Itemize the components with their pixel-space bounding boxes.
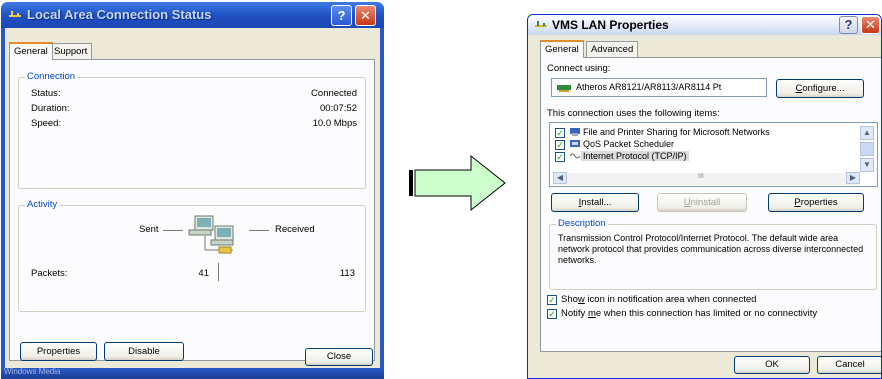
adapter-name: Atheros AR8121/AR8113/AR8114 Pt bbox=[576, 82, 722, 92]
help-button[interactable]: ? bbox=[331, 5, 352, 26]
connection-group-label: Connection bbox=[25, 71, 78, 82]
item-checkbox[interactable]: ✓ bbox=[555, 152, 565, 162]
status-label: Status: bbox=[31, 88, 61, 99]
items-label: This connection uses the following items… bbox=[547, 108, 720, 119]
general-tab-panel: Connect using: Atheros AR8121/AR8113/AR8… bbox=[540, 57, 881, 352]
window-title: VMS LAN Properties bbox=[552, 18, 669, 32]
items-listbox[interactable]: ✓ File and Printer Sharing for Microsoft… bbox=[549, 122, 878, 187]
connect-using-label: Connect using: bbox=[547, 63, 611, 74]
scroll-right-button[interactable]: ▶ bbox=[846, 172, 860, 184]
scheduler-icon bbox=[570, 140, 580, 147]
notify-checkbox[interactable]: ✓ bbox=[547, 309, 557, 319]
tab-general[interactable]: General bbox=[9, 42, 53, 60]
scroll-up-button[interactable]: ▲ bbox=[860, 126, 874, 140]
general-tab-panel: Connection Status: Connected Duration: 0… bbox=[9, 59, 375, 361]
network-connection-icon bbox=[9, 11, 21, 17]
status-value: Connected bbox=[311, 88, 357, 99]
item-checkbox[interactable]: ✓ bbox=[555, 128, 565, 138]
activity-group: Activity Sent Received Packets: 41 113 bbox=[18, 199, 366, 312]
close-window-button[interactable]: ✕ bbox=[355, 5, 376, 26]
protocol-icon bbox=[569, 153, 581, 159]
vms-lan-properties-window: VMS LAN Properties ? ✕ General Advanced … bbox=[527, 14, 882, 379]
taskbar-strip: Windows Media bbox=[1, 367, 384, 379]
properties-button[interactable]: Properties bbox=[20, 342, 97, 361]
received-label: Received bbox=[275, 224, 315, 235]
show-icon-checkbox[interactable]: ✓ bbox=[547, 295, 557, 305]
close-window-button[interactable]: ✕ bbox=[861, 16, 880, 34]
help-button[interactable]: ? bbox=[839, 16, 858, 34]
connection-group: Connection Status: Connected Duration: 0… bbox=[18, 71, 366, 189]
activity-group-label: Activity bbox=[25, 199, 60, 210]
item-label[interactable]: QoS Packet Scheduler bbox=[583, 139, 674, 149]
packets-divider bbox=[218, 263, 219, 281]
duration-label: Duration: bbox=[31, 103, 70, 114]
scroll-down-button[interactable]: ▼ bbox=[860, 158, 874, 172]
item-label[interactable]: File and Printer Sharing for Microsoft N… bbox=[583, 127, 770, 137]
network-connection-icon bbox=[535, 21, 547, 27]
speed-value: 10.0 Mbps bbox=[312, 118, 357, 129]
status-text: Windows Media bbox=[4, 367, 61, 376]
item-label-selected[interactable]: Internet Protocol (TCP/IP) bbox=[581, 151, 689, 161]
packets-label: Packets: bbox=[31, 268, 68, 279]
description-group: Description Transmission Control Protoco… bbox=[549, 218, 877, 290]
horizontal-scrollbar[interactable]: ◀ III ▶ bbox=[553, 172, 860, 185]
disable-button[interactable]: Disable bbox=[104, 342, 184, 361]
close-button[interactable]: Close bbox=[305, 348, 373, 366]
duration-value: 00:07:52 bbox=[320, 103, 357, 114]
install-button[interactable]: Install... bbox=[551, 193, 639, 212]
show-icon-label[interactable]: Show icon in notification area when conn… bbox=[561, 294, 756, 305]
uninstall-button: Uninstall bbox=[657, 193, 747, 212]
right-arrow-icon bbox=[409, 154, 506, 212]
adapter-field: Atheros AR8121/AR8113/AR8114 Pt bbox=[551, 78, 767, 97]
received-line bbox=[249, 230, 269, 231]
window-title: Local Area Connection Status bbox=[27, 7, 212, 22]
tab-advanced[interactable]: Advanced bbox=[586, 41, 639, 57]
configure-button[interactable]: Configure... bbox=[776, 79, 864, 98]
tab-support[interactable]: Support bbox=[49, 43, 93, 59]
item-properties-button[interactable]: Properties bbox=[768, 193, 864, 212]
window-client-area: General Support Connection Status: Conne… bbox=[5, 28, 380, 368]
local-area-connection-status-window: Local Area Connection Status ? ✕ General… bbox=[1, 2, 384, 379]
scroll-grip: III bbox=[698, 173, 704, 180]
tab-general[interactable]: General bbox=[540, 40, 584, 58]
packets-sent-value: 41 bbox=[198, 268, 209, 279]
scroll-left-button[interactable]: ◀ bbox=[553, 172, 567, 184]
ok-button[interactable]: OK bbox=[734, 356, 810, 374]
network-adapter-icon bbox=[557, 85, 571, 92]
speed-label: Speed: bbox=[31, 118, 62, 129]
printer-share-icon bbox=[570, 128, 580, 136]
description-group-label: Description bbox=[556, 218, 608, 229]
notify-label[interactable]: Notify me when this connection has limit… bbox=[561, 308, 817, 319]
sent-label: Sent bbox=[139, 224, 159, 235]
network-activity-icon bbox=[188, 215, 234, 254]
cancel-button[interactable]: Cancel bbox=[817, 356, 881, 374]
title-bar[interactable]: VMS LAN Properties ? ✕ bbox=[528, 15, 881, 35]
description-text: Transmission Control Protocol/Internet P… bbox=[558, 233, 864, 265]
title-bar[interactable]: Local Area Connection Status ? ✕ bbox=[1, 2, 384, 28]
sent-line bbox=[163, 230, 183, 231]
packets-received-value: 113 bbox=[339, 268, 355, 279]
scroll-thumb[interactable] bbox=[860, 142, 874, 156]
item-checkbox[interactable]: ✓ bbox=[555, 140, 565, 150]
